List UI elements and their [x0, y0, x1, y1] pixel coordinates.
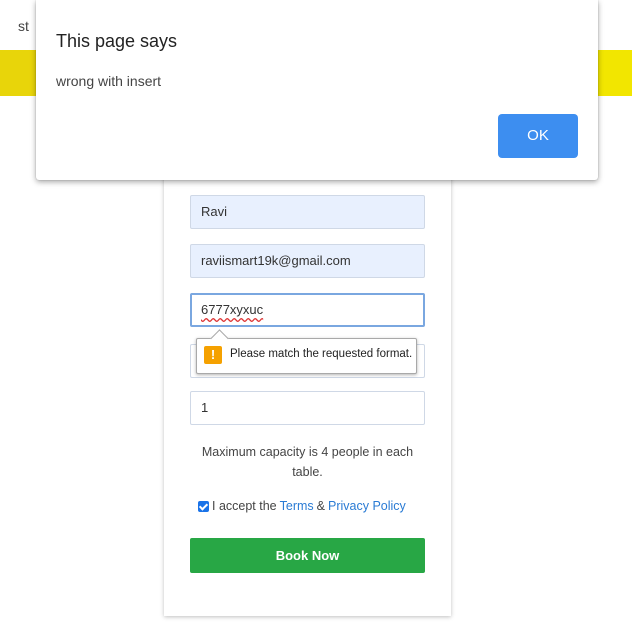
- phone-input-value: 6777xyxuc: [201, 302, 264, 317]
- people-count-input[interactable]: 1: [190, 391, 425, 425]
- background-banner-edge: [596, 50, 632, 96]
- validation-tooltip: ! Please match the requested format.: [196, 338, 417, 374]
- phone-input[interactable]: 6777xyxuc: [190, 293, 425, 327]
- book-now-button[interactable]: Book Now: [190, 538, 425, 573]
- terms-link[interactable]: Terms: [280, 499, 314, 513]
- privacy-policy-link[interactable]: Privacy Policy: [328, 499, 406, 513]
- ok-button[interactable]: OK: [498, 114, 578, 158]
- email-input[interactable]: raviismart19k@gmail.com: [190, 244, 425, 278]
- dialog-title: This page says: [56, 31, 178, 51]
- background-heading-fragment: st: [18, 18, 29, 34]
- name-input-value: Ravi: [201, 204, 228, 219]
- accept-terms-checkbox[interactable]: [198, 500, 209, 512]
- capacity-note: Maximum capacity is 4 people in each tab…: [201, 445, 414, 479]
- terms-row: I accept the Terms & Privacy Policy: [198, 499, 409, 513]
- accept-terms-label: I accept the: [212, 499, 277, 513]
- warning-icon: !: [204, 346, 222, 364]
- alert-dialog: This page says wrong with insert OK: [36, 0, 598, 180]
- name-input[interactable]: Ravi: [190, 195, 425, 229]
- ampersand-text: &: [316, 499, 325, 513]
- validation-message: Please match the requested format.: [230, 348, 413, 360]
- people-count-value: 1: [201, 400, 209, 415]
- dialog-message: wrong with insert: [56, 73, 162, 89]
- email-input-value: raviismart19k@gmail.com: [201, 253, 351, 268]
- page: st Ravi raviismart19k@gmail.com 6777xyxu…: [0, 0, 632, 626]
